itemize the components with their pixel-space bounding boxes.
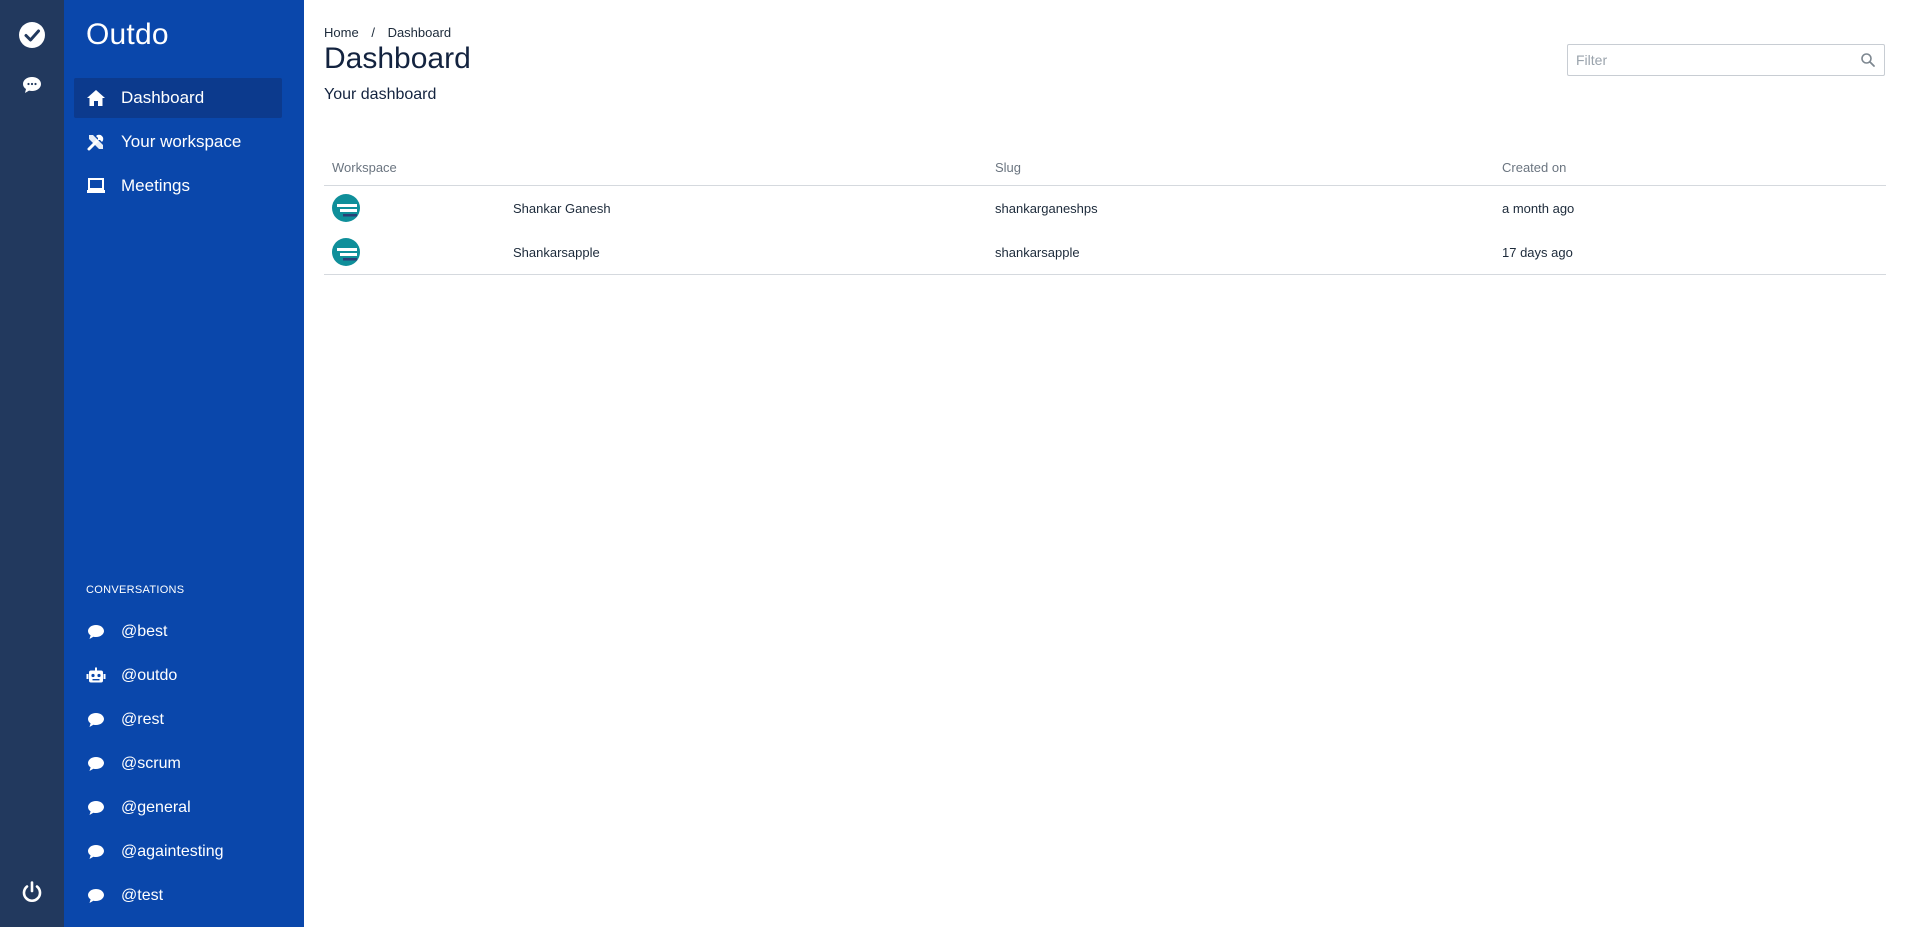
table-bottom-divider — [324, 274, 1886, 275]
conversation-label: @best — [121, 623, 168, 640]
breadcrumb: Home / Dashboard — [324, 25, 451, 40]
filter-box — [1567, 44, 1885, 76]
page-subtitle: Your dashboard — [324, 86, 437, 103]
conversation-label: @againtesting — [121, 843, 224, 860]
check-circle-icon — [19, 22, 45, 48]
chat-bubble-icon — [86, 754, 106, 774]
chat-bubble-icon — [86, 886, 106, 906]
conversations-list: @best @outdo @rest @scrum @general @agai… — [74, 610, 282, 918]
main-content: Home / Dashboard Dashboard Your dashboar… — [304, 0, 1920, 927]
sidebar-item-your-workspace[interactable]: Your workspace — [74, 122, 282, 162]
robot-icon — [86, 666, 106, 686]
breadcrumb-home-link[interactable]: Home — [324, 25, 359, 40]
conversation-label: @general — [121, 799, 191, 816]
workspace-avatar — [332, 194, 360, 222]
conversation-item-rest[interactable]: @rest — [74, 698, 282, 742]
table-header: Workspace Slug Created on — [324, 150, 1886, 186]
chat-bubble-icon — [86, 622, 106, 642]
conversation-item-scrum[interactable]: @scrum — [74, 742, 282, 786]
chat-bubble-icon — [86, 842, 106, 862]
workspace-avatar-cell — [332, 230, 360, 274]
breadcrumb-dashboard-link[interactable]: Dashboard — [388, 25, 452, 40]
workspace-created: a month ago — [1502, 200, 1575, 216]
laptop-icon — [86, 176, 106, 196]
chat-bubble-icon — [86, 798, 106, 818]
workspace-logo-icon — [337, 248, 357, 261]
column-header-slug[interactable]: Slug — [995, 150, 1021, 185]
sidebar-item-meetings[interactable]: Meetings — [74, 166, 282, 206]
workspace-created: 17 days ago — [1502, 244, 1573, 260]
table-row[interactable]: Shankar Ganesh shankarganeshps a month a… — [324, 186, 1886, 230]
chat-bubble-icon — [86, 710, 106, 730]
column-header-created-on[interactable]: Created on — [1502, 150, 1566, 185]
app-logo-button[interactable] — [0, 17, 64, 53]
page-title: Dashboard — [324, 42, 471, 75]
conversation-label: @rest — [121, 711, 164, 728]
power-icon — [22, 881, 42, 902]
filter-input[interactable] — [1568, 45, 1864, 75]
sidebar-item-label: Your workspace — [121, 132, 242, 151]
conversation-item-test[interactable]: @test — [74, 874, 282, 918]
sidebar: Outdo Dashboard Your workspace Meetings … — [64, 0, 304, 927]
icon-rail — [0, 0, 64, 927]
table-row[interactable]: Shankarsapple shankarsapple 17 days ago — [324, 230, 1886, 274]
workspace-slug: shankarsapple — [995, 244, 1080, 260]
workspace-slug: shankarganeshps — [995, 200, 1098, 216]
column-header-workspace[interactable]: Workspace — [332, 150, 397, 185]
workspace-avatar-cell — [332, 186, 360, 230]
chat-rail-button[interactable] — [0, 76, 64, 94]
sidebar-item-label: Dashboard — [121, 88, 205, 107]
conversation-label: @test — [121, 887, 164, 904]
brand-title[interactable]: Outdo — [86, 18, 169, 52]
conversation-item-best[interactable]: @best — [74, 610, 282, 654]
conversation-label: @scrum — [121, 755, 181, 772]
conversation-item-general[interactable]: @general — [74, 786, 282, 830]
tools-icon — [86, 132, 106, 152]
chat-bubble-icon — [23, 77, 41, 93]
sidebar-item-dashboard[interactable]: Dashboard — [74, 78, 282, 118]
logout-button[interactable] — [0, 876, 64, 908]
home-icon — [86, 88, 106, 108]
conversation-item-outdo[interactable]: @outdo — [74, 654, 282, 698]
conversation-label: @outdo — [121, 667, 178, 684]
breadcrumb-separator: / — [371, 25, 375, 40]
search-icon[interactable] — [1860, 52, 1876, 73]
workspace-name: Shankarsapple — [513, 244, 600, 260]
workspace-name: Shankar Ganesh — [513, 200, 611, 216]
workspace-avatar — [332, 238, 360, 266]
conversations-heading: CONVERSATIONS — [86, 584, 185, 596]
sidebar-nav: Dashboard Your workspace Meetings — [74, 78, 282, 210]
workspace-logo-icon — [337, 204, 357, 217]
sidebar-item-label: Meetings — [121, 176, 190, 195]
conversation-item-againtesting[interactable]: @againtesting — [74, 830, 282, 874]
workspaces-table: Workspace Slug Created on Shankar Ganesh… — [324, 150, 1886, 275]
